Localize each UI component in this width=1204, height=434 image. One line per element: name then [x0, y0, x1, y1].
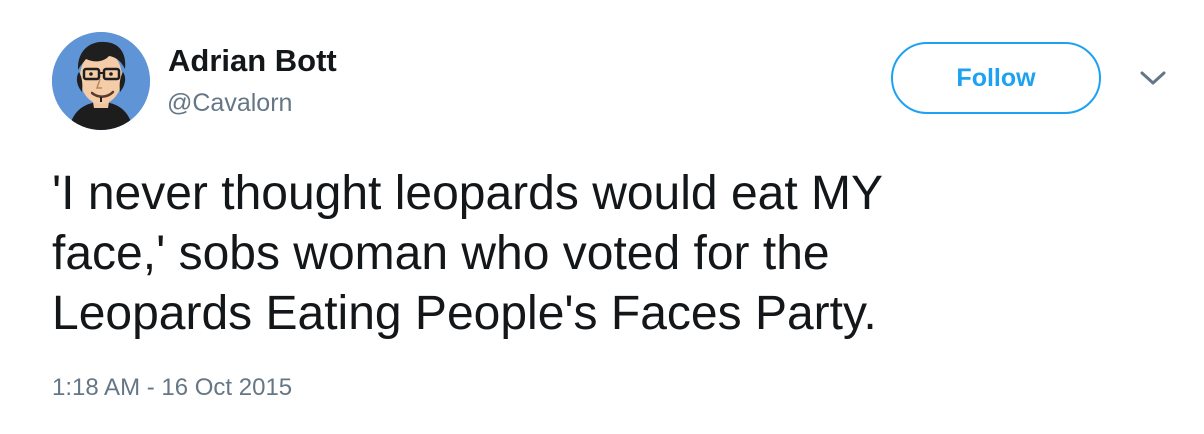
tweet-text-line: Leopards Eating People's Faces Party. — [52, 287, 877, 340]
author-handle[interactable]: @Cavalorn — [167, 88, 292, 118]
tweet-timestamp[interactable]: 1:18 AM - 16 Oct 2015 — [52, 373, 292, 403]
author-name[interactable]: Adrian Bott — [168, 43, 337, 79]
chevron-down-icon-graphic — [1140, 71, 1166, 85]
cartoon-man-avatar-icon — [52, 32, 150, 130]
tweet-text-line: face,' sobs woman who voted for the — [52, 227, 830, 280]
tweet-text: 'I never thought leopards would eat MY f… — [52, 164, 1102, 344]
follow-button[interactable]: Follow — [891, 42, 1101, 114]
chevron-down-icon[interactable] — [1138, 68, 1168, 88]
avatar[interactable] — [52, 32, 150, 130]
tweet-text-line: 'I never thought leopards would eat MY — [52, 167, 883, 220]
tweet-card: Adrian Bott @Cavalorn Follow 'I never th… — [0, 0, 1204, 434]
